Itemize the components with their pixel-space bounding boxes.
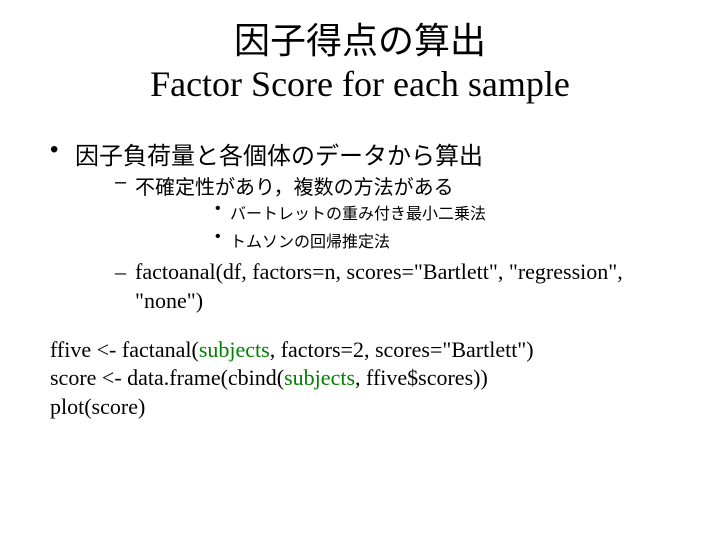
bullet-level1: 因子負荷量と各個体のデータから算出 不確定性があり，複数の方法がある バートレッ… [50, 136, 670, 315]
code-line-2: score <- data.frame(cbind(subjects, ffiv… [50, 364, 670, 393]
code-2-post: , ffive$scores)) [355, 365, 488, 390]
code-1-subjects: subjects [199, 337, 270, 362]
bullet-level1-text: 因子負荷量と各個体のデータから算出 [75, 143, 483, 170]
bullet-level3-1: バートレットの重み付き最小二乗法 [215, 200, 670, 224]
sublist-1: 不確定性があり，複数の方法がある バートレットの重み付き最小二乗法 トムソンの回… [75, 171, 670, 315]
bullet-level3-2: トムソンの回帰推定法 [215, 228, 670, 252]
content-list: 因子負荷量と各個体のデータから算出 不確定性があり，複数の方法がある バートレッ… [50, 136, 670, 315]
bullet-level3-2-text: トムソンの回帰推定法 [230, 234, 390, 251]
slide-title: 因子得点の算出 Factor Score for each sample [50, 20, 670, 106]
bullet-level2-2-text: factoanal(df, factors=n, scores="Bartlet… [135, 259, 623, 313]
code-1-pre: ffive <- factanal( [50, 337, 199, 362]
code-2-pre: score <- data.frame(cbind( [50, 365, 284, 390]
code-line-1: ffive <- factanal(subjects, factors=2, s… [50, 336, 670, 365]
code-1-post: , factors=2, scores="Bartlett") [270, 337, 534, 362]
sublist-2: バートレットの重み付き最小二乗法 トムソンの回帰推定法 [135, 200, 670, 252]
code-3-text: plot(score) [50, 394, 145, 419]
bullet-level3-1-text: バートレットの重み付き最小二乗法 [230, 206, 486, 223]
code-line-3: plot(score) [50, 393, 670, 422]
bullet-level2-1: 不確定性があり，複数の方法がある バートレットの重み付き最小二乗法 トムソンの回… [115, 171, 670, 252]
code-2-subjects: subjects [284, 365, 355, 390]
title-line-2: Factor Score for each sample [50, 63, 670, 106]
code-block: ffive <- factanal(subjects, factors=2, s… [50, 336, 670, 422]
title-line-1: 因子得点の算出 [50, 20, 670, 63]
bullet-level2-2: factoanal(df, factors=n, scores="Bartlet… [115, 258, 670, 315]
bullet-level2-1-text: 不確定性があり，複数の方法がある [135, 177, 454, 199]
